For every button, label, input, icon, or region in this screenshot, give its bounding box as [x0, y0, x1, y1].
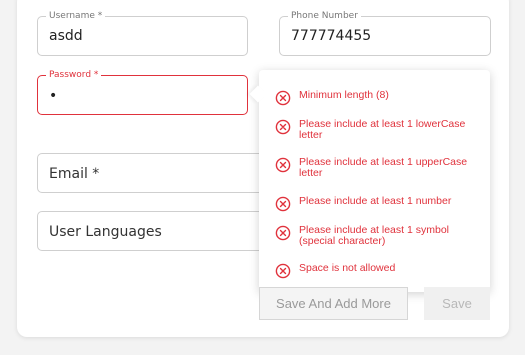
error-circle-x-icon: [275, 119, 291, 135]
phone-number-value: 777774455: [291, 28, 372, 44]
save-button[interactable]: Save: [424, 287, 490, 320]
username-value: asdd: [49, 28, 83, 44]
error-circle-x-icon: [275, 196, 291, 212]
password-rule: Space is not allowed: [275, 263, 480, 279]
password-rule-text: Please include at least 1 number: [299, 195, 452, 207]
password-rule: Please include at least 1 number: [275, 196, 480, 212]
password-rule-text: Please include at least 1 lowerCase lett…: [299, 118, 466, 141]
password-rule-text: Please include at least 1 symbol (specia…: [299, 224, 449, 247]
error-circle-x-icon: [275, 90, 291, 106]
password-rule-text: Space is not allowed: [299, 262, 396, 274]
user-languages-field[interactable]: User Languages: [37, 211, 267, 251]
phone-number-label: Phone Number: [288, 10, 361, 22]
password-rule: Please include at least 1 lowerCase lett…: [275, 119, 480, 141]
password-rule-text: Please include at least 1 upperCase lett…: [299, 156, 468, 179]
password-rule: Please include at least 1 symbol (specia…: [275, 225, 480, 247]
error-circle-x-icon: [275, 225, 291, 241]
password-field[interactable]: Password * •: [37, 69, 248, 115]
password-rule: Minimum length (8): [275, 90, 480, 106]
user-languages-label: User Languages: [49, 224, 162, 240]
password-label: Password *: [46, 69, 102, 81]
error-circle-x-icon: [275, 157, 291, 173]
error-circle-x-icon: [275, 263, 291, 279]
password-rule-text: Minimum length (8): [299, 89, 389, 101]
password-value: •: [49, 88, 58, 104]
email-label: Email *: [49, 166, 100, 182]
email-field[interactable]: Email *: [37, 153, 267, 193]
username-field[interactable]: Username * asdd: [37, 10, 248, 56]
phone-number-field[interactable]: Phone Number 777774455: [279, 10, 491, 56]
password-requirements-popover: Minimum length (8) Please include at lea…: [249, 70, 490, 292]
save-and-add-more-button[interactable]: Save And Add More: [259, 287, 408, 320]
password-rule: Please include at least 1 upperCase lett…: [275, 157, 480, 179]
username-label: Username *: [46, 10, 106, 22]
